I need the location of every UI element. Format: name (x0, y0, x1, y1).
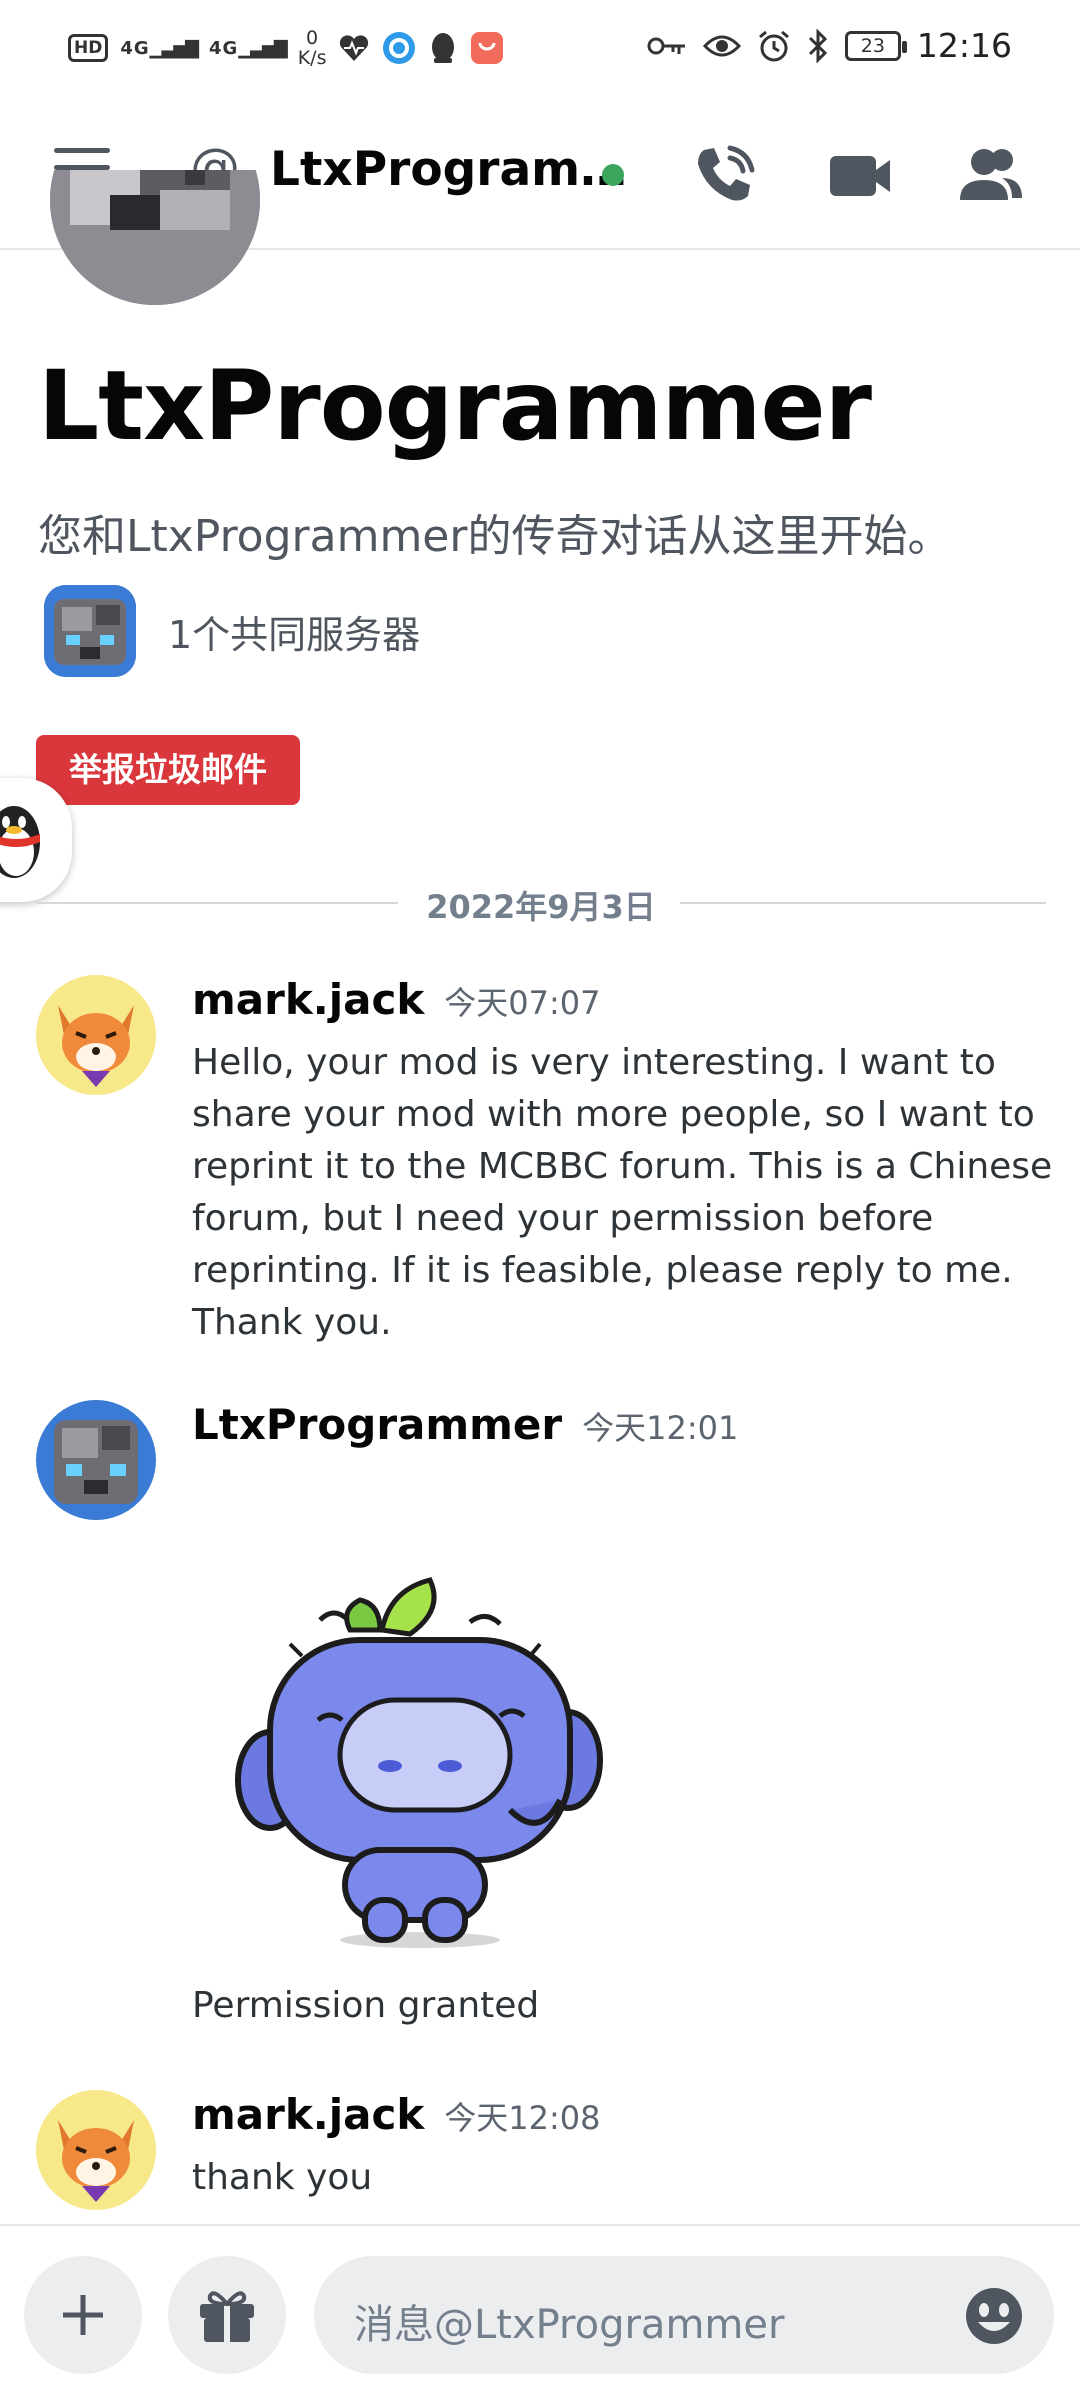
app-icon-red (471, 32, 504, 64)
gift-icon (200, 2291, 254, 2342)
signal-icon: 4G▁▃▅▇ (209, 37, 288, 59)
message-text: Permission granted (192, 1985, 540, 2026)
status-bar: HD 4G▁▃▅▇ 4G▁▃▅▇ 0 K/s 23 12:16 (0, 0, 1080, 100)
message-author[interactable]: mark.jack (192, 975, 424, 1024)
signal-label: 4G (120, 37, 150, 59)
signal-icon: 4G▁▃▅▇ (120, 37, 199, 59)
report-spam-button[interactable]: 举报垃圾邮件 (36, 735, 300, 805)
app-icon-blue (383, 32, 416, 64)
message-timestamp: 今天07:07 (444, 984, 601, 1022)
status-bar-left: HD 4G▁▃▅▇ 4G▁▃▅▇ 0 K/s (68, 28, 504, 68)
qq-icon (432, 33, 455, 63)
speed-unit: K/s (297, 47, 327, 69)
hd-indicator: HD (68, 34, 109, 62)
speed-value: 0 (306, 27, 319, 49)
message-author-line: mark.jack 今天07:07 (192, 975, 601, 1024)
profile-name: LtxProgrammer (38, 350, 872, 462)
message-author-line: LtxProgrammer 今天12:01 (192, 1400, 738, 1449)
emoji-icon[interactable] (964, 2286, 1024, 2346)
mutual-servers-label: 1个共同服务器 (168, 612, 421, 657)
message-author[interactable]: LtxProgrammer (192, 1400, 562, 1449)
message-timestamp: 今天12:08 (444, 2099, 601, 2137)
plus-icon (63, 2295, 103, 2335)
bluetooth-icon (808, 28, 828, 63)
call-icon[interactable] (690, 140, 760, 210)
video-icon[interactable] (826, 140, 896, 210)
avatar[interactable] (36, 975, 156, 1095)
date-divider-label: 2022年9月3日 (402, 888, 680, 926)
clock: 12:16 (916, 26, 1012, 65)
avatar[interactable] (36, 2090, 156, 2210)
gift-button[interactable] (168, 2256, 286, 2374)
alarm-icon (758, 30, 789, 61)
network-speed: 0 K/s (298, 28, 327, 68)
server-icon (44, 585, 136, 677)
message-author-line: mark.jack 今天12:08 (192, 2090, 601, 2139)
message-text: Hello, your mod is very interesting. I w… (192, 1042, 1053, 1343)
avatar[interactable] (36, 1400, 156, 1520)
message-composer: 消息@LtxProgrammer (0, 2224, 1080, 2400)
wumpus-sticker[interactable] (230, 1570, 610, 1960)
message[interactable]: LtxProgrammer 今天12:01 (36, 1400, 1046, 1550)
mutual-servers[interactable]: 1个共同服务器 (44, 585, 420, 677)
status-bar-right: 23 12:16 (647, 26, 1012, 65)
message-input[interactable]: 消息@LtxProgrammer (314, 2256, 1054, 2374)
battery-icon: 23 (844, 30, 907, 61)
message[interactable]: mark.jack 今天12:08 thank you (36, 2090, 1046, 2220)
message-author[interactable]: mark.jack (192, 2090, 424, 2139)
eye-icon (702, 35, 741, 56)
message-text: thank you (192, 2157, 373, 2198)
attach-button[interactable] (24, 2256, 142, 2374)
signal-label: 4G (209, 37, 239, 59)
key-icon (647, 37, 685, 54)
members-icon[interactable] (956, 140, 1026, 210)
profile-avatar (50, 170, 260, 305)
online-status-dot (602, 164, 624, 186)
conversation-intro: 您和LtxProgrammer的传奇对话从这里开始。 (38, 511, 952, 562)
message-input-placeholder: 消息@LtxProgrammer (354, 2302, 785, 2348)
date-divider: 2022年9月3日 (36, 880, 1046, 926)
message-timestamp: 今天12:01 (582, 1409, 739, 1447)
channel-title[interactable]: LtxProgram… (270, 142, 627, 197)
message[interactable]: mark.jack 今天07:07 Hello, your mod is very… (36, 975, 1052, 1355)
health-icon (340, 35, 369, 61)
